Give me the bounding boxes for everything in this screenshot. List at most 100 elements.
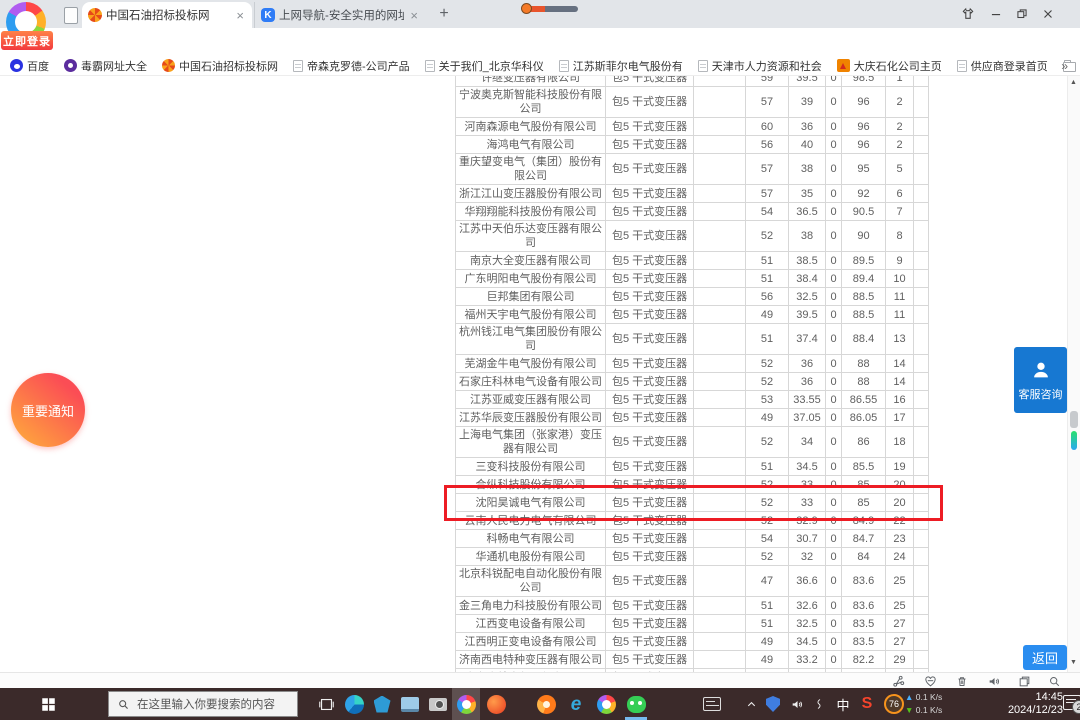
page-icon (697, 59, 708, 72)
wechat-icon[interactable] (622, 688, 650, 720)
value-cell (913, 117, 929, 136)
camera-app-icon[interactable] (424, 688, 452, 720)
edge-browser-icon[interactable] (340, 688, 368, 720)
table-row: 重庆望变电气（集团）股份有限公司 包5 干式变压器 57 38 0 95 5 (455, 153, 929, 185)
company-cell: 上海电气集团（张家港）变压器有限公司 (455, 426, 606, 458)
bookmark-item[interactable]: 供应商登录首页 (956, 58, 1048, 74)
zoom-icon[interactable] (1046, 674, 1062, 688)
value-cell: 0 (825, 426, 842, 458)
value-cell (913, 457, 929, 476)
bookmark-item[interactable]: 关于我们_北京华科仪 (424, 58, 544, 74)
table-row: 江苏亚威变压器有限公司 包5 干式变压器 53 33.55 0 86.55 16 (455, 390, 929, 409)
trash-icon[interactable] (954, 674, 970, 688)
tray-expand-icon[interactable] (740, 688, 762, 720)
bookmark-item[interactable]: 江苏斯菲尔电气股份有 (558, 58, 683, 74)
volume-icon[interactable] (786, 688, 808, 720)
sogou-ime-icon[interactable]: S (856, 688, 878, 720)
package-cell: 包5 干式变压器 (605, 354, 694, 373)
value-cell: 11 (885, 305, 914, 324)
fox-browser-icon[interactable] (532, 688, 560, 720)
bookmark-item[interactable]: 大庆石化公司主页 (836, 58, 942, 74)
bookmark-item[interactable]: 毒霸网址大全 (64, 58, 147, 74)
ime-language-indicator[interactable]: 中 (832, 688, 854, 720)
task-view-button[interactable] (312, 688, 340, 720)
value-cell: 56 (745, 135, 789, 154)
table-row: 芜湖金牛电气股份有限公司 包5 干式变压器 52 36 0 88 14 (455, 354, 929, 373)
browser-360-taskbar-icon[interactable] (452, 688, 480, 720)
login-badge[interactable]: 立即登录 (1, 31, 53, 50)
value-cell: 27 (885, 632, 914, 651)
taskbar-search-input[interactable]: 在这里输入你要搜索的内容 (108, 691, 298, 717)
restore-button[interactable] (1010, 3, 1034, 25)
back-page-button[interactable]: 返回 (1023, 645, 1067, 670)
table-row: 浙江江山变压器股份有限公司 包5 干式变压器 57 35 0 92 6 (455, 184, 929, 203)
tab-strip-slider[interactable] (521, 3, 579, 14)
notification-center-icon[interactable]: 2 (1063, 695, 1080, 714)
pen-input-icon[interactable] (808, 688, 830, 720)
bookmark-item[interactable]: 天津市人力资源和社会 (697, 58, 822, 74)
value-cell: 0 (825, 390, 842, 409)
new-tab-button[interactable]: + (434, 4, 454, 24)
value-cell: 38.5 (788, 251, 826, 270)
page-scrollbar[interactable]: ▲ ▼ (1067, 76, 1080, 672)
value-cell (693, 565, 746, 597)
tab-nav-site[interactable]: K 上网导航-安全实用的网址导航 × (254, 2, 426, 28)
chrome-like-browser-icon[interactable] (592, 688, 620, 720)
value-cell: 51 (745, 457, 789, 476)
close-button[interactable] (1036, 3, 1060, 25)
important-notice-bubble[interactable]: 重要通知 (11, 373, 85, 447)
windows-taskbar: 在这里输入你要搜索的内容 e 中 S 76 ▲ 0.1 K/s ▼ 0.1 K/… (0, 688, 1080, 720)
value-cell: 0 (825, 305, 842, 324)
company-cell: 金三角电力科技股份有限公司 (455, 596, 606, 615)
minimize-button[interactable] (984, 3, 1008, 25)
news-widget-icon[interactable] (698, 688, 726, 720)
petrochina-icon (162, 59, 175, 72)
computer-app-icon[interactable] (396, 688, 424, 720)
package-cell: 包5 干式变压器 (605, 632, 694, 651)
scroll-up-icon[interactable]: ▲ (1070, 79, 1077, 86)
internet-explorer-icon[interactable]: e (562, 688, 590, 720)
security-shield-icon[interactable] (762, 688, 784, 720)
taskbar-clock[interactable]: 14:45 2024/12/23 (985, 691, 1063, 717)
page-icon (424, 59, 435, 72)
table-row: 宁波奥克斯智能科技股份有限公司 包5 干式变压器 57 39 0 96 2 (455, 86, 929, 118)
slider-knob[interactable] (521, 3, 532, 14)
pinned-page-icon[interactable] (64, 7, 78, 24)
company-cell: 北京科锐配电自动化股份有限公司 (455, 565, 606, 597)
table-row: 江苏华辰变压器股份有限公司 包5 干式变压器 49 37.05 0 86.05 17 (455, 408, 929, 427)
tab-close-icon[interactable]: × (408, 9, 420, 22)
store-app-icon[interactable] (368, 688, 396, 720)
bookmarks-overflow-button[interactable]: » (1061, 59, 1068, 73)
start-button[interactable] (22, 688, 74, 720)
eye-care-icon[interactable] (922, 674, 938, 688)
package-cell: 包5 干式变压器 (605, 565, 694, 597)
value-cell (693, 305, 746, 324)
value-cell: 52 (745, 220, 789, 252)
scrollbar-thumb[interactable] (1070, 411, 1078, 428)
mute-speaker-icon[interactable] (986, 674, 1002, 688)
table-row: 巨邦集团有限公司 包5 干式变压器 56 32.5 0 88.5 11 (455, 287, 929, 306)
value-cell (913, 565, 929, 597)
tab-title: 中国石油招标投标网 (106, 10, 210, 22)
value-cell: 32.5 (788, 287, 826, 306)
bookmark-item[interactable]: 帝森克罗德-公司产品 (293, 58, 410, 74)
share-icon[interactable] (890, 674, 906, 688)
tab-title: 上网导航-安全实用的网址导航 (279, 10, 405, 22)
acceleration-ball[interactable]: 76 (882, 688, 906, 720)
tab-cnpc-bidding[interactable]: 中国石油招标投标网 × (82, 2, 252, 28)
value-cell (913, 76, 929, 87)
tab-close-icon[interactable]: × (234, 9, 246, 22)
skin-theme-icon[interactable] (956, 3, 980, 25)
scroll-down-icon[interactable]: ▼ (1070, 659, 1077, 666)
package-cell: 包5 干式变压器 (605, 135, 694, 154)
value-cell (693, 426, 746, 458)
customer-service-button[interactable]: 客服咨询 (1014, 347, 1067, 413)
orange-app-icon[interactable] (482, 688, 510, 720)
value-cell: 96 (841, 117, 886, 136)
value-cell: 9 (885, 251, 914, 270)
reader-mode-icon[interactable] (1016, 674, 1032, 688)
bookmark-item[interactable]: 中国石油招标投标网 (162, 58, 278, 74)
package-cell: 包5 干式变压器 (605, 220, 694, 252)
bookmark-item[interactable]: 百度 (10, 58, 49, 74)
value-cell: 0 (825, 529, 842, 548)
